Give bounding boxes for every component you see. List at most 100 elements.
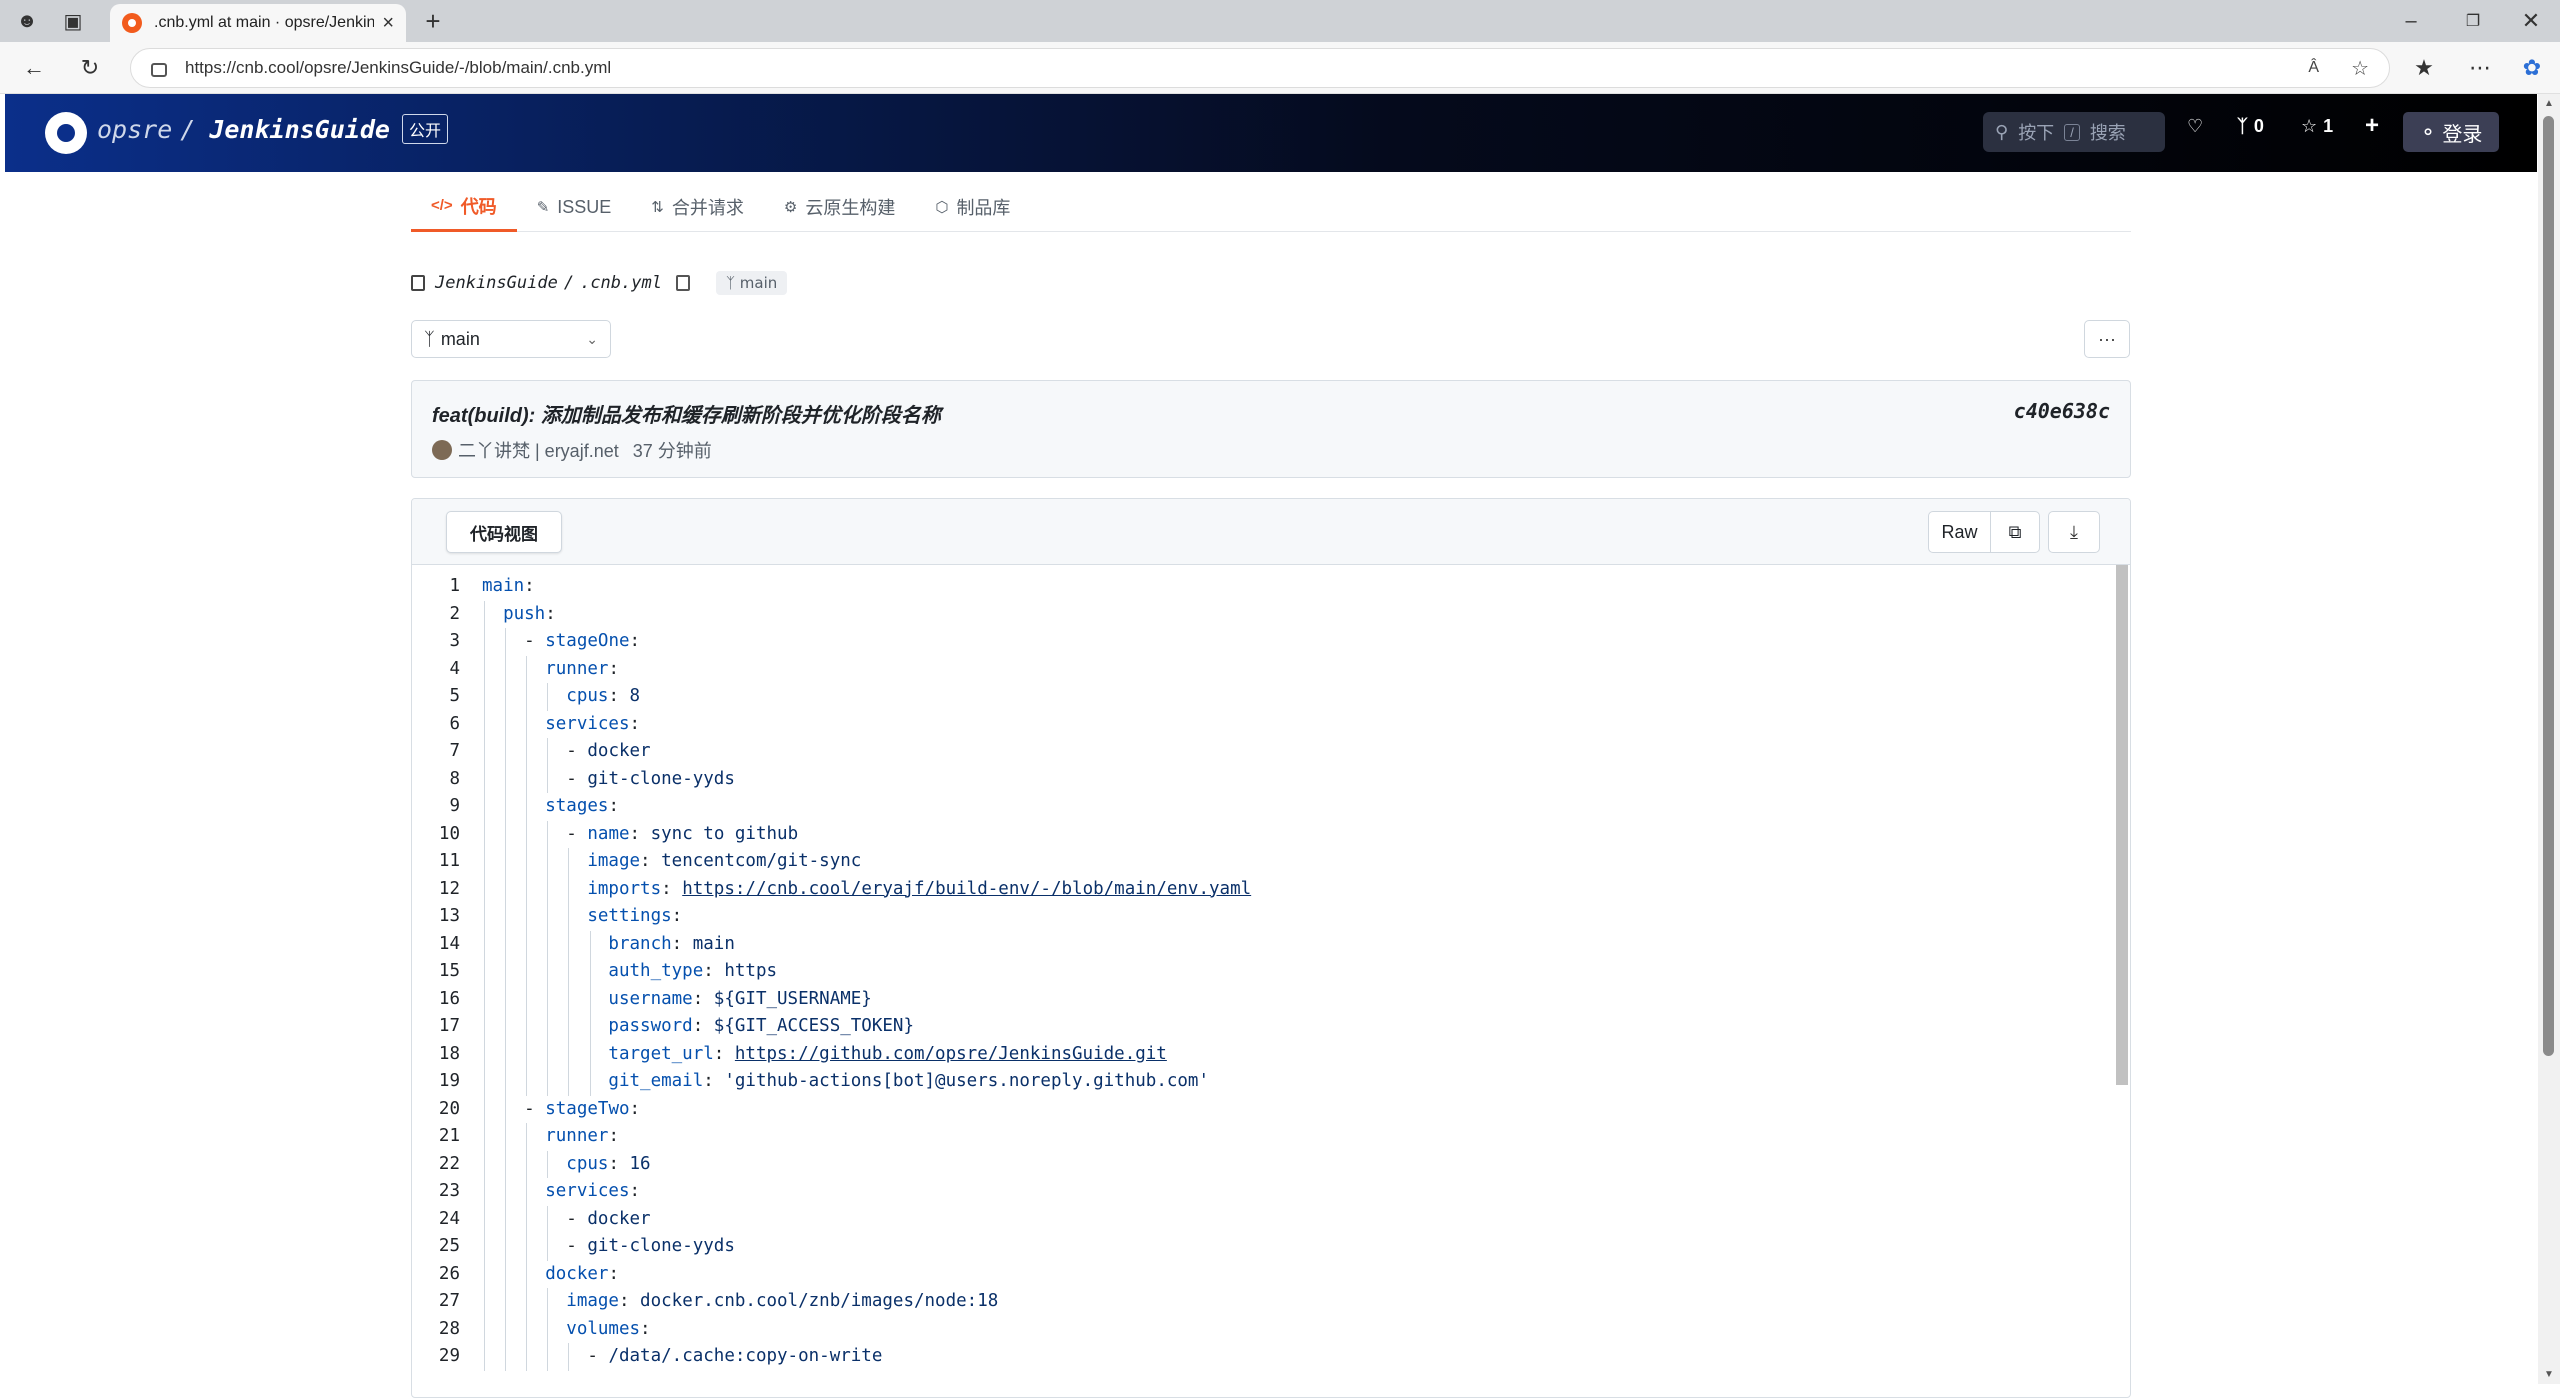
org-link[interactable]: opsre — [97, 115, 172, 144]
code-text: imports: https://cnb.cool/eryajf/build-e… — [482, 878, 1252, 899]
copilot-icon[interactable]: ✿ — [2514, 50, 2550, 86]
site-header: opsre / JenkinsGuide 公开 ⚲ 按下 / 搜索 ♡ ᛉ 0 … — [5, 94, 2537, 172]
line-number[interactable]: 17 — [412, 1013, 460, 1041]
favorite-star-icon[interactable]: ☆ — [2351, 56, 2369, 81]
tab-code[interactable]: </> 代码 — [411, 182, 517, 232]
indent-guide — [547, 1205, 549, 1261]
line-number[interactable]: 26 — [412, 1261, 460, 1289]
avatar[interactable] — [432, 440, 452, 460]
indent-guide — [547, 738, 549, 793]
favorites-icon[interactable]: ★ — [2406, 50, 2442, 86]
build-icon: ⚙ — [783, 199, 798, 216]
line-number[interactable]: 19 — [412, 1068, 460, 1096]
cnb-logo-icon[interactable] — [45, 112, 87, 154]
line-number[interactable]: 2 — [412, 601, 460, 629]
line-number[interactable]: 1 — [412, 573, 460, 601]
line-number[interactable]: 20 — [412, 1096, 460, 1124]
code-text: settings: — [482, 906, 683, 926]
code-line: 29 - /data/.cache:copy-on-write — [412, 1343, 2102, 1371]
raw-button[interactable]: Raw — [1929, 512, 1991, 552]
code-icon: </> — [431, 197, 453, 214]
line-number[interactable]: 16 — [412, 986, 460, 1014]
search-input[interactable]: ⚲ 按下 / 搜索 — [1983, 112, 2165, 152]
fork-button[interactable]: ᛉ 0 — [2237, 116, 2264, 137]
back-icon[interactable]: ← — [16, 50, 52, 86]
code-line: 4 runner: — [412, 656, 2102, 684]
indent-guide — [505, 628, 507, 1371]
line-number[interactable]: 29 — [412, 1343, 460, 1371]
fork-icon: ᛉ — [2237, 116, 2248, 136]
code-text: - name: sync to github — [566, 823, 799, 844]
path-separator: / — [180, 114, 196, 144]
line-number[interactable]: 10 — [412, 821, 460, 849]
line-number[interactable]: 27 — [412, 1288, 460, 1316]
line-number[interactable]: 22 — [412, 1151, 460, 1179]
settings-more-icon[interactable]: ⋯ — [2462, 50, 2498, 86]
line-number[interactable]: 3 — [412, 628, 460, 656]
scrollbar-thumb[interactable] — [2543, 116, 2554, 1056]
tab-label: 云原生构建 — [805, 198, 896, 218]
line-number[interactable]: 25 — [412, 1233, 460, 1261]
read-aloud-icon[interactable]: Â — [2308, 59, 2319, 77]
line-number[interactable]: 21 — [412, 1123, 460, 1151]
line-number[interactable]: 14 — [412, 931, 460, 959]
download-icon[interactable]: ⤓ — [2048, 511, 2100, 553]
tab-build[interactable]: ⚙ 云原生构建 — [764, 182, 915, 232]
code-line: 23 services: — [412, 1178, 2102, 1206]
line-number[interactable]: 28 — [412, 1316, 460, 1344]
chevron-down-icon: ⌄ — [586, 330, 598, 347]
plus-icon[interactable]: + — [2365, 112, 2379, 140]
line-number[interactable]: 11 — [412, 848, 460, 876]
tab-merge-requests[interactable]: ⇅ 合并请求 — [631, 182, 764, 232]
refresh-icon[interactable]: ↻ — [72, 50, 108, 86]
code-text: push: — [482, 603, 556, 624]
tab-actions-icon[interactable]: ▣ — [54, 4, 92, 38]
address-bar[interactable]: https://cnb.cool/opsre/JenkinsGuide/-/bl… — [130, 48, 2390, 88]
commit-author[interactable]: 二丫讲梵 | eryajf.net — [458, 437, 619, 463]
star-icon: ☆ — [2301, 116, 2318, 136]
line-number[interactable]: 23 — [412, 1178, 460, 1206]
sidebar-toggle-icon[interactable] — [411, 275, 425, 291]
line-number[interactable]: 6 — [412, 711, 460, 739]
browser-tab[interactable]: .cnb.yml at main · opsre/JenkinsG × — [110, 4, 406, 42]
line-number[interactable]: 12 — [412, 876, 460, 904]
close-tab-icon[interactable]: × — [382, 12, 394, 35]
tab-issue[interactable]: ✎ ISSUE — [517, 182, 632, 232]
minimize-icon[interactable]: – — [2392, 4, 2430, 38]
line-number[interactable]: 18 — [412, 1041, 460, 1069]
login-button[interactable]: ⚬ 登录 — [2403, 112, 2499, 152]
copy-path-icon[interactable] — [675, 275, 690, 291]
profile-icon[interactable]: ☻ — [8, 4, 46, 38]
url-text: https://cnb.cool/opsre/JenkinsGuide/-/bl… — [185, 58, 612, 77]
line-number[interactable]: 15 — [412, 958, 460, 986]
commit-message[interactable]: feat(build): 添加制品发布和缓存刷新阶段并优化阶段名称 — [432, 399, 941, 428]
code-scrollbar[interactable] — [2116, 565, 2128, 1085]
copy-file-icon[interactable]: ⧉ — [1991, 512, 2039, 552]
more-actions-button[interactable]: ··· — [2084, 320, 2130, 358]
line-number[interactable]: 9 — [412, 793, 460, 821]
line-number[interactable]: 4 — [412, 656, 460, 684]
branch-selector[interactable]: ᛉ main ⌄ — [411, 320, 611, 358]
watch-icon[interactable]: ♡ — [2187, 116, 2203, 137]
restore-icon[interactable]: ❐ — [2454, 4, 2492, 38]
close-window-icon[interactable]: ✕ — [2512, 4, 2550, 38]
new-tab-icon[interactable]: + — [414, 4, 452, 38]
login-label: 登录 — [2442, 123, 2483, 146]
site-favicon-icon — [122, 13, 142, 33]
line-number[interactable]: 5 — [412, 683, 460, 711]
tab-packages[interactable]: ⬡ 制品库 — [915, 182, 1030, 232]
code-view-tab[interactable]: 代码视图 — [446, 511, 562, 553]
commit-hash[interactable]: c40e638c — [2014, 399, 2110, 423]
page-scrollbar[interactable]: ▲ ▼ — [2538, 94, 2560, 1384]
line-number[interactable]: 24 — [412, 1206, 460, 1234]
scroll-up-icon[interactable]: ▲ — [2544, 98, 2554, 109]
tab-label: 合并请求 — [671, 198, 744, 218]
indent-guide — [484, 600, 485, 1371]
line-number[interactable]: 8 — [412, 766, 460, 794]
line-number[interactable]: 13 — [412, 903, 460, 931]
breadcrumb-repo[interactable]: JenkinsGuide — [435, 273, 558, 293]
scroll-down-icon[interactable]: ▼ — [2544, 1369, 2554, 1380]
repo-link[interactable]: JenkinsGuide — [209, 115, 390, 144]
line-number[interactable]: 7 — [412, 738, 460, 766]
star-button[interactable]: ☆ 1 — [2301, 116, 2333, 137]
